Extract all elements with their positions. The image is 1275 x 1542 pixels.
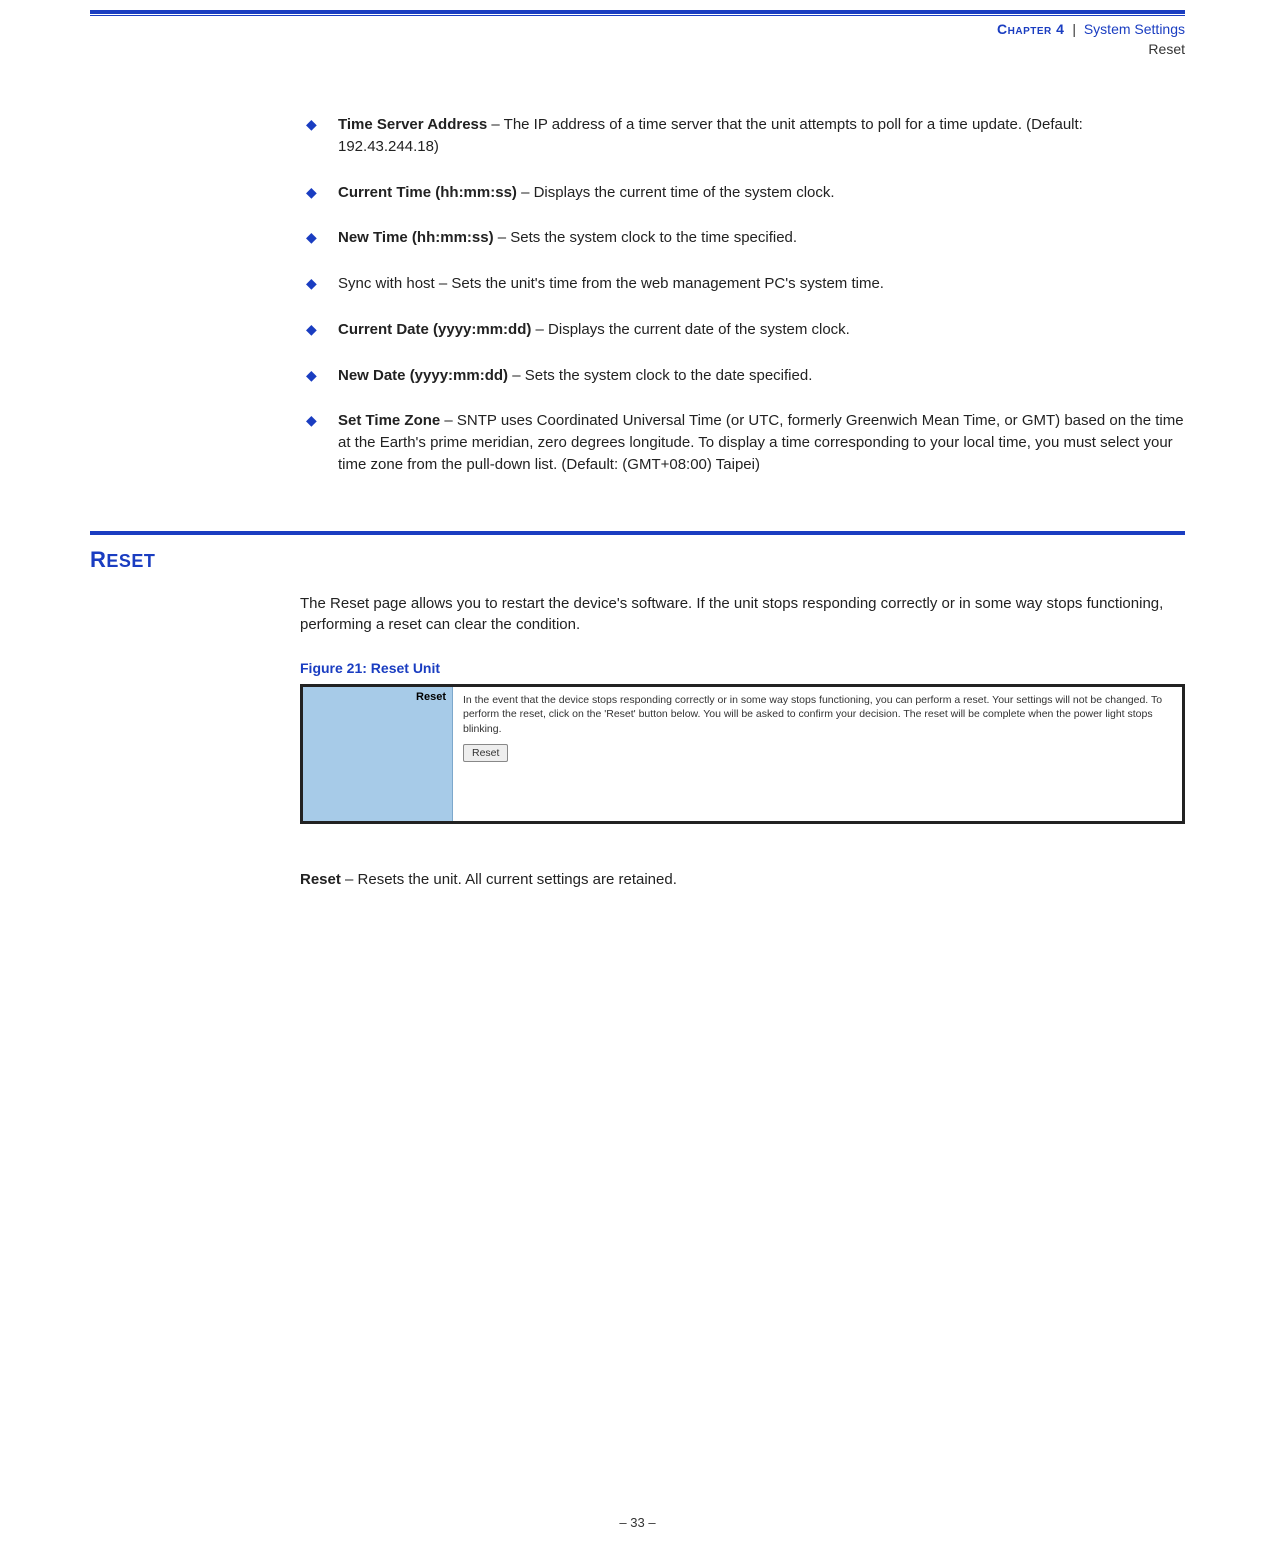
heading-initial: R: [90, 547, 106, 572]
post-desc: – Resets the unit. All current settings …: [341, 871, 677, 888]
term: Set Time Zone: [338, 412, 440, 429]
figure-caption: Figure 21: Reset Unit: [300, 660, 1185, 676]
list-item: Current Time (hh:mm:ss) – Displays the c…: [300, 182, 1185, 204]
desc: – Sets the system clock to the date spec…: [508, 367, 812, 384]
term: New Time (hh:mm:ss): [338, 229, 494, 246]
header-rule-thin: [90, 15, 1185, 16]
bullet-list: Time Server Address – The IP address of …: [300, 114, 1185, 476]
desc: – Displays the current time of the syste…: [517, 184, 835, 201]
figure-box: Reset In the event that the device stops…: [300, 684, 1185, 824]
main-content: Time Server Address – The IP address of …: [300, 114, 1185, 476]
figure-sidebar: Reset: [303, 687, 453, 821]
list-item: Sync with host – Sets the unit's time fr…: [300, 273, 1185, 295]
list-item: New Date (yyyy:mm:dd) – Sets the system …: [300, 365, 1185, 387]
page-number: – 33 –: [0, 1515, 1275, 1530]
page-header: Chapter 4 | System Settings Reset: [90, 20, 1185, 59]
section-heading: RESET: [90, 547, 1275, 573]
chapter-title: System Settings: [1084, 21, 1185, 37]
figure-main: In the event that the device stops respo…: [453, 687, 1182, 821]
heading-rest: ESET: [106, 551, 155, 571]
desc: – Sets the system clock to the time spec…: [494, 229, 797, 246]
reset-button[interactable]: Reset: [463, 744, 508, 762]
list-item: Set Time Zone – SNTP uses Coordinated Un…: [300, 410, 1185, 475]
chapter-label: Chapter 4: [997, 21, 1064, 37]
list-item: Current Date (yyyy:mm:dd) – Displays the…: [300, 319, 1185, 341]
term: New Date (yyyy:mm:dd): [338, 367, 508, 384]
header-rule-thick: [90, 10, 1185, 14]
list-item: Time Server Address – The IP address of …: [300, 114, 1185, 158]
list-item: New Time (hh:mm:ss) – Sets the system cl…: [300, 227, 1185, 249]
desc: – SNTP uses Coordinated Universal Time (…: [338, 412, 1184, 473]
post-figure-text: Reset – Resets the unit. All current set…: [300, 869, 1185, 891]
post-term: Reset: [300, 871, 341, 888]
desc: Sync with host – Sets the unit's time fr…: [338, 275, 884, 292]
section-rule: [90, 531, 1185, 535]
term: Time Server Address: [338, 116, 487, 133]
chapter-line: Chapter 4 | System Settings: [90, 20, 1185, 40]
figure-text: In the event that the device stops respo…: [463, 693, 1172, 736]
term: Current Time (hh:mm:ss): [338, 184, 517, 201]
term: Current Date (yyyy:mm:dd): [338, 321, 531, 338]
pipe-separator: |: [1072, 21, 1076, 37]
desc: – Displays the current date of the syste…: [531, 321, 849, 338]
section-intro: The Reset page allows you to restart the…: [300, 593, 1185, 637]
chapter-section: Reset: [90, 40, 1185, 60]
